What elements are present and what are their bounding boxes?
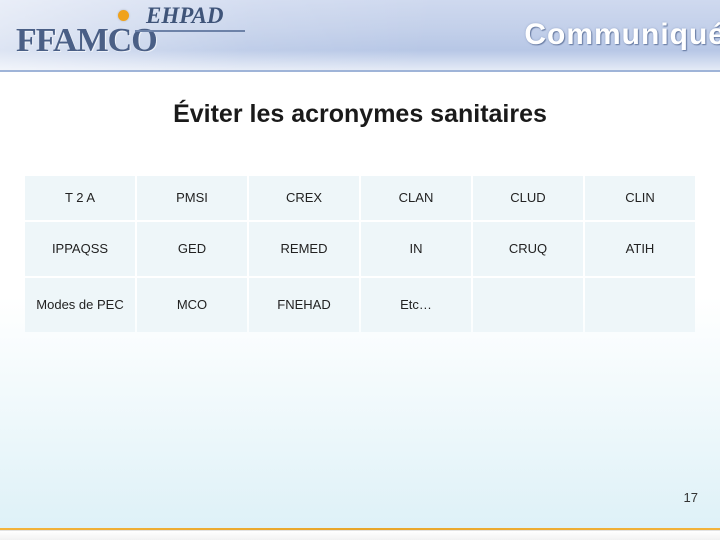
table-cell: GED	[137, 222, 247, 276]
table-cell: ATIH	[585, 222, 695, 276]
ehpad-logo-text: EHPAD	[146, 3, 224, 28]
table-cell: IN	[361, 222, 471, 276]
table-cell: FNEHAD	[249, 278, 359, 332]
orange-dot-icon	[118, 10, 129, 21]
table-cell: Modes de PEC	[25, 278, 135, 332]
footer-strip	[0, 530, 720, 540]
table-cell: CLAN	[361, 176, 471, 220]
table-cell: PMSI	[137, 176, 247, 220]
logo-underline	[135, 30, 245, 32]
ffamco-logo-text: FFAMCO	[16, 22, 158, 59]
table-cell: REMED	[249, 222, 359, 276]
slide: FFAMCO EHPAD Communiqué Éviter les acron…	[0, 0, 720, 540]
table-cell: Etc…	[361, 278, 471, 332]
table-cell: CLIN	[585, 176, 695, 220]
table-cell: MCO	[137, 278, 247, 332]
table-cell: T 2 A	[25, 176, 135, 220]
acronyms-table: T 2 A PMSI CREX CLAN CLUD CLIN IPPAQSS G…	[23, 174, 697, 334]
page-number: 17	[683, 490, 698, 505]
table-row: Modes de PEC MCO FNEHAD Etc…	[25, 278, 695, 332]
table-cell: CREX	[249, 176, 359, 220]
acronyms-table-wrapper: T 2 A PMSI CREX CLAN CLUD CLIN IPPAQSS G…	[23, 174, 697, 334]
banner-word: Communiqué	[524, 18, 720, 51]
table-cell: CRUQ	[473, 222, 583, 276]
table-cell: IPPAQSS	[25, 222, 135, 276]
table-row: T 2 A PMSI CREX CLAN CLUD CLIN	[25, 176, 695, 220]
page-title: Éviter les acronymes sanitaires	[173, 100, 547, 128]
table-cell: CLUD	[473, 176, 583, 220]
table-row: IPPAQSS GED REMED IN CRUQ ATIH	[25, 222, 695, 276]
slide-header: FFAMCO EHPAD Communiqué	[0, 0, 720, 72]
table-cell	[585, 278, 695, 332]
header-divider	[0, 70, 720, 72]
table-cell	[473, 278, 583, 332]
